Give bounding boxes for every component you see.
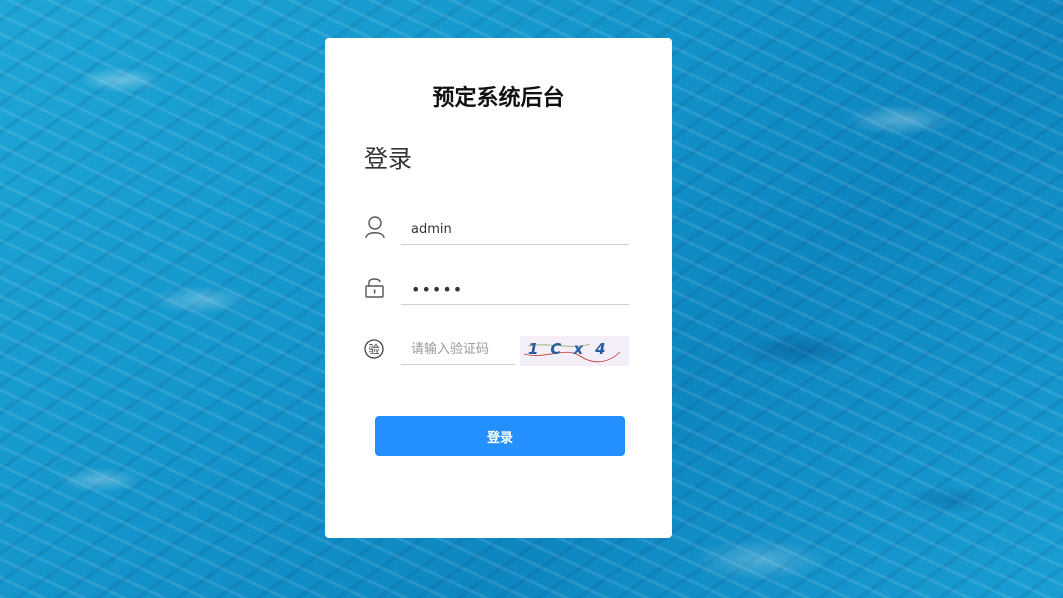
user-icon: [364, 215, 386, 239]
verify-icon: 验: [364, 335, 386, 359]
page-title: 预定系统后台: [432, 86, 565, 111]
login-heading: 登录: [364, 145, 412, 173]
unlock-icon: [364, 275, 386, 299]
username-input[interactable]: [401, 215, 629, 245]
verification-code-input[interactable]: [401, 335, 515, 365]
login-card: 预定系统后台 登录 验: [325, 38, 672, 538]
login-button[interactable]: 登录: [375, 416, 625, 456]
verify-icon-char: 验: [368, 343, 380, 356]
captcha-image[interactable]: 1Cx4: [520, 336, 629, 366]
captcha-text: 1Cx4: [528, 340, 618, 358]
password-input[interactable]: [401, 275, 629, 305]
